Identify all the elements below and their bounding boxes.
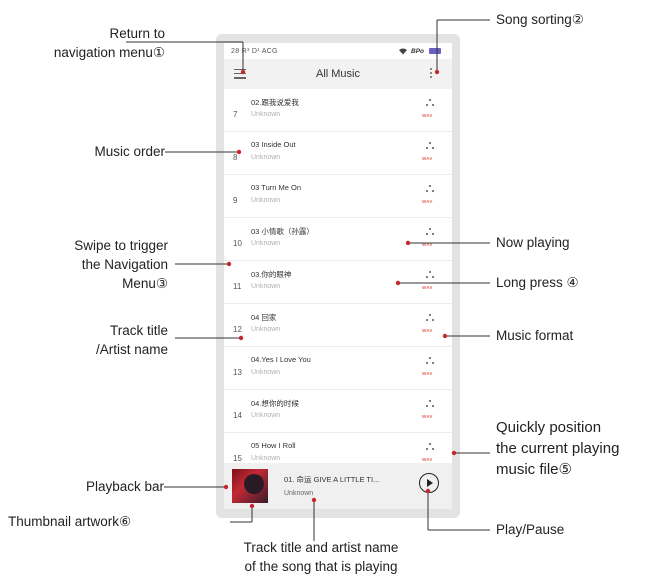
music-order-annotation: Music order	[94, 144, 165, 159]
annotation-line: the Navigation	[81, 257, 168, 272]
play-pause-annotation: Play/Pause	[496, 522, 565, 537]
annotation-line: Return to	[109, 26, 165, 41]
return-nav-annotation: Return to navigation menu①	[0, 24, 165, 62]
annotation-line: Swipe to trigger	[74, 238, 168, 253]
now-playing-text-marker	[311, 497, 317, 503]
annotation-line: music file⑤	[496, 461, 572, 478]
long-press-marker	[395, 280, 401, 286]
music-order-marker	[236, 149, 242, 155]
track-title-annotation: Track title /Artist name	[0, 321, 168, 359]
playback-bar-marker	[223, 484, 229, 490]
song-sorting-marker	[434, 69, 440, 75]
music-format-annotation: Music format	[496, 328, 574, 343]
thumbnail-marker	[249, 503, 255, 509]
annotation-line: Track title	[109, 323, 168, 338]
playback-bar-annotation: Playback bar	[85, 479, 164, 494]
music-format-marker	[442, 333, 448, 339]
song-sorting-annotation: Song sorting②	[496, 12, 584, 27]
swipe-marker	[226, 261, 232, 267]
quick-position-annotation: Quickly position the current playing mus…	[496, 417, 619, 480]
now-playing-marker	[405, 240, 411, 246]
return-nav-marker	[240, 69, 246, 75]
annotation-line: of the song that is playing	[244, 559, 398, 574]
now-playing-text-annotation: Track title and artist name of the song …	[205, 538, 437, 576]
annotation-line: Track title and artist name	[243, 540, 399, 555]
swipe-annotation: Swipe to trigger the Navigation Menu③	[0, 236, 168, 293]
annotation-line: Quickly position	[496, 419, 602, 436]
annotation-line: Menu③	[122, 276, 168, 291]
annotation-line: navigation menu①	[53, 45, 165, 60]
now-playing-annotation: Now playing	[496, 235, 570, 250]
annotation-line: the current playing	[496, 440, 620, 457]
long-press-annotation: Long press ④	[496, 275, 579, 290]
quick-position-marker	[451, 450, 457, 456]
thumbnail-annotation: Thumbnail artwork⑥	[8, 514, 132, 529]
play-pause-marker	[425, 488, 431, 494]
track-title-marker	[238, 335, 244, 341]
annotation-line: /Artist name	[95, 342, 168, 357]
